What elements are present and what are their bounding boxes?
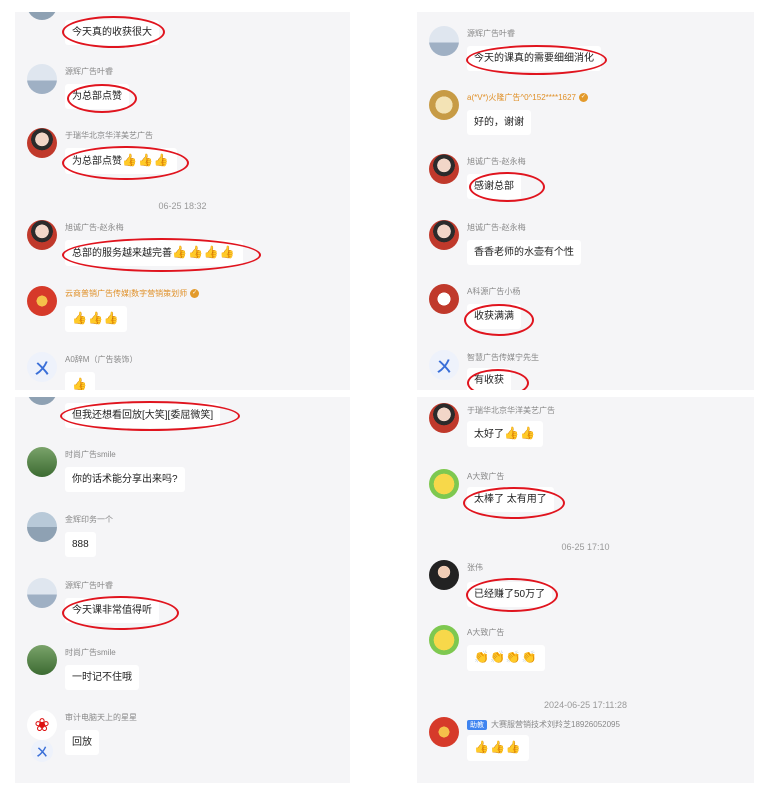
message-bubble: 已经赚了50万了 xyxy=(467,582,553,607)
contact-icon[interactable]: ㄨ xyxy=(31,740,53,762)
avatar[interactable] xyxy=(27,397,57,405)
message-bubble: 感谢总部 xyxy=(467,174,521,199)
sender-name: 于瑞华北京华洋美艺广告 xyxy=(467,406,555,415)
message-bubble: 总部的服务越来越完善👍👍👍👍 xyxy=(65,240,243,266)
thumbs-up-icon: 👍 xyxy=(72,377,88,391)
thumbs-up-icon: 👍👍👍 xyxy=(72,311,120,325)
message-bubble: 收获满满 xyxy=(467,304,521,329)
sender-name: A大致广告 xyxy=(467,628,505,637)
avatar[interactable] xyxy=(429,284,459,314)
message-bubble: 香香老师的水壶有个性 xyxy=(467,240,581,265)
message-bubble: 888 xyxy=(65,532,96,557)
message-bubble: 为总部点赞👍👍👍 xyxy=(65,148,177,174)
avatar[interactable] xyxy=(429,625,459,655)
verified-badge-icon: ✓ xyxy=(578,93,588,103)
sender-name: 智慧广告传媒宁先生 xyxy=(467,353,539,362)
message-bubble: 👍👍👍 xyxy=(467,735,529,761)
avatar[interactable] xyxy=(429,154,459,184)
sender-name-text: 云商普销广告传媒|数字营销策划师 xyxy=(65,289,188,298)
avatar[interactable] xyxy=(27,512,57,542)
message-text: 为总部点赞 xyxy=(72,156,122,167)
sender-name: 助教 大赛服营销技术刘羚芝18926052095 xyxy=(467,719,620,730)
chat-panel-2: 源辉广告叶睿 今天的课真的需要细细消化 a(*V*)火隆广告^0^152****… xyxy=(417,12,754,390)
sender-name: 云商普销广告传媒|数字营销策划师 ✓ xyxy=(65,288,200,299)
avatar[interactable] xyxy=(27,128,57,158)
avatar[interactable] xyxy=(429,469,459,499)
avatar[interactable] xyxy=(429,403,459,433)
sender-name: 旭诚广告-赵永梅 xyxy=(65,223,124,232)
avatar[interactable] xyxy=(27,12,57,20)
sender-name: 时尚广告smile xyxy=(65,648,116,657)
sender-name: 于瑞华北京华洋美艺广告 xyxy=(65,131,153,140)
thumbs-up-icon: 👍👍👍 xyxy=(122,153,170,167)
thumbs-up-icon: 👍👍👍👍 xyxy=(172,245,236,259)
avatar[interactable] xyxy=(27,64,57,94)
sender-name: 源辉广告叶睿 xyxy=(65,581,113,590)
chat-panel-3: 但我还想看回放[大笑][委屈微笑] 时尚广告smile 你的话术能分享出来吗? … xyxy=(15,397,350,783)
contact-icon[interactable]: ㄨ xyxy=(27,352,57,382)
clapping-hands-icon: 👏👏👏👏 xyxy=(474,650,538,664)
avatar[interactable] xyxy=(27,286,57,316)
message-bubble: 👏👏👏👏 xyxy=(467,645,545,671)
timestamp: 2024-06-25 17:11:28 xyxy=(544,700,627,710)
message-bubble: 今天课非常值得听 xyxy=(65,598,159,623)
timestamp: 06-25 18:32 xyxy=(158,201,207,211)
chat-panel-4: 于瑞华北京华洋美艺广告 太好了👍👍 A大致广告 太棒了 太有用了 06-25 1… xyxy=(417,397,754,783)
message-bubble: 太好了👍👍 xyxy=(467,421,543,447)
message-bubble: 你的话术能分享出来吗? xyxy=(65,467,185,492)
message-bubble: 今天的课真的需要细细消化 xyxy=(467,46,601,71)
avatar[interactable] xyxy=(27,447,57,477)
avatar[interactable] xyxy=(429,220,459,250)
sender-name: 旭诚广告-赵永梅 xyxy=(467,223,526,232)
message-bubble: 今天真的收获很大 xyxy=(65,20,159,45)
sender-name: 张伟 xyxy=(467,563,483,572)
thumbs-up-icon: 👍👍👍 xyxy=(474,740,522,754)
avatar[interactable] xyxy=(429,26,459,56)
contact-icon[interactable]: ㄨ xyxy=(429,350,459,380)
thumbs-up-icon: 👍👍 xyxy=(504,426,536,440)
message-bubble: 好的，谢谢 xyxy=(467,110,531,135)
assistant-tag: 助教 xyxy=(467,720,487,730)
avatar[interactable] xyxy=(429,90,459,120)
sender-name: 旭诚广告-赵永梅 xyxy=(467,157,526,166)
avatar[interactable] xyxy=(27,645,57,675)
verified-badge-icon: ✓ xyxy=(190,289,200,299)
sender-name: 金辉印务一个 xyxy=(65,515,113,524)
avatar[interactable] xyxy=(27,220,57,250)
message-bubble: 有收获 xyxy=(467,368,511,390)
sender-name: 审计电脑天上的星星 xyxy=(65,713,137,722)
message-bubble: 太棒了 太有用了 xyxy=(467,487,554,512)
sender-name: A0辞M（广告装饰） xyxy=(65,355,138,364)
chat-panel-1: 今天真的收获很大 源辉广告叶睿 为总部点赞 于瑞华北京华洋美艺广告 为总部点赞👍… xyxy=(15,12,350,390)
timestamp: 06-25 17:10 xyxy=(561,542,610,552)
sender-name: A科源广告小杨 xyxy=(467,287,521,296)
sender-name: 时尚广告smile xyxy=(65,450,116,459)
sender-name: 源辉广告叶睿 xyxy=(65,67,113,76)
avatar[interactable] xyxy=(429,560,459,590)
sender-name-text: a(*V*)火隆广告^0^152****1627 xyxy=(467,93,576,102)
message-bubble: 为总部点赞 xyxy=(65,84,129,109)
message-bubble: 👍👍👍 xyxy=(65,306,127,332)
message-bubble: 但我还想看回放[大笑][委屈微笑] xyxy=(65,403,221,428)
message-bubble: 👍 xyxy=(65,372,95,390)
message-bubble: 一时记不住哦 xyxy=(65,665,139,690)
sender-name-text: 大赛服营销技术刘羚芝18926052095 xyxy=(491,720,620,729)
message-text: 太好了 xyxy=(474,429,504,440)
message-text: 总部的服务越来越完善 xyxy=(72,248,172,259)
avatar[interactable]: ❀ xyxy=(27,710,57,740)
sender-name: 源辉广告叶睿 xyxy=(467,29,515,38)
avatar[interactable] xyxy=(27,578,57,608)
sender-name: a(*V*)火隆广告^0^152****1627 ✓ xyxy=(467,92,588,103)
avatar[interactable] xyxy=(429,717,459,747)
sender-name: A大致广告 xyxy=(467,472,505,481)
message-bubble: 回放 xyxy=(65,730,99,755)
